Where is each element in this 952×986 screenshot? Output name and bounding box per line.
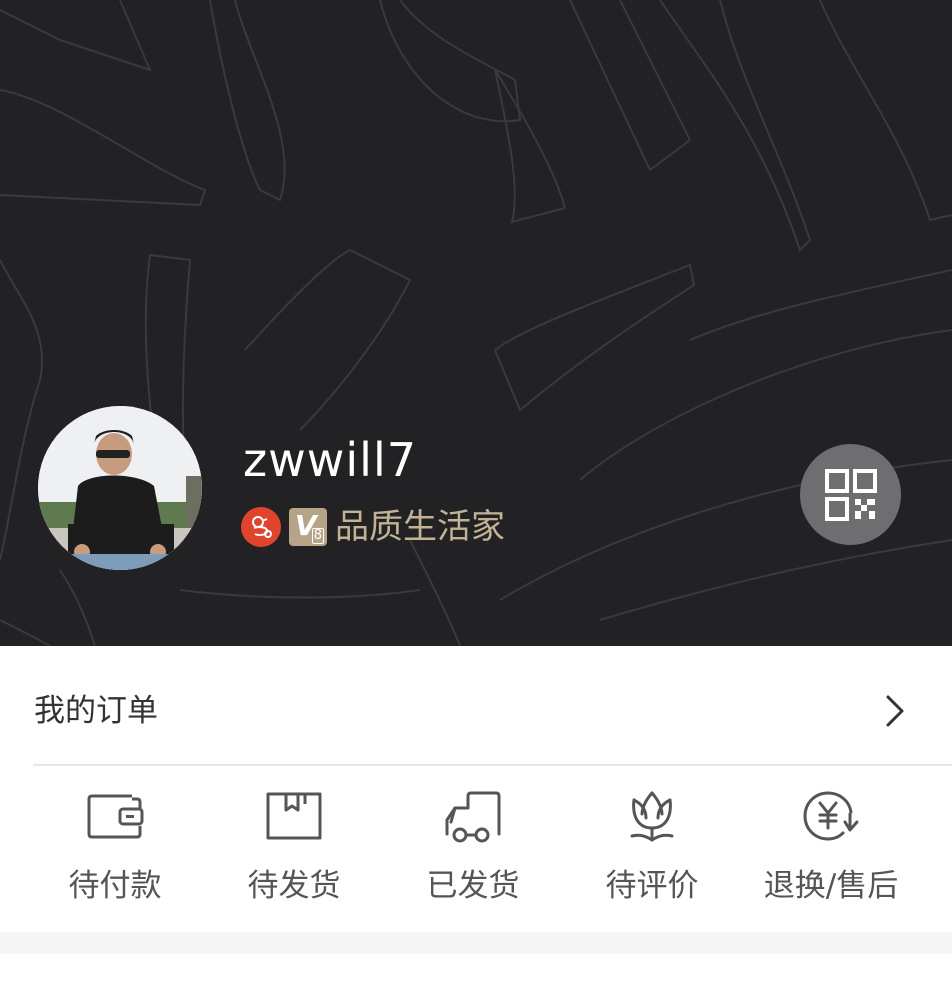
- section-separator: [0, 932, 952, 954]
- order-shipped[interactable]: 已发货: [383, 766, 563, 932]
- order-returns-aftersale[interactable]: 退换/售后: [741, 766, 921, 932]
- vip-number: 8: [311, 528, 324, 544]
- order-label: 待发货: [247, 868, 341, 904]
- order-label: 待评价: [605, 868, 699, 904]
- member-title: 品质生活家: [335, 507, 505, 547]
- level-badge-icon[interactable]: [241, 507, 281, 547]
- refund-icon: [803, 791, 859, 841]
- user-badges: V 8 品质生活家: [241, 507, 505, 547]
- truck-icon: [445, 791, 501, 843]
- my-orders-title: 我的订单: [34, 693, 158, 729]
- qr-code-icon: [824, 468, 877, 521]
- order-label: 待付款: [68, 868, 162, 904]
- tulip-icon: [630, 791, 674, 842]
- avatar-photo: [38, 406, 202, 570]
- order-pending-shipment[interactable]: 待发货: [204, 766, 384, 932]
- user-avatar[interactable]: [38, 406, 202, 570]
- package-icon: [266, 792, 322, 840]
- my-orders-row[interactable]: 我的订单: [0, 646, 952, 764]
- order-label: 已发货: [426, 868, 520, 904]
- order-status-grid: 待付款 待发货 已发货 待评价 退换/售后: [0, 766, 952, 932]
- chevron-right-icon: [886, 695, 904, 727]
- qr-code-button[interactable]: [800, 444, 901, 545]
- username: zwwill7: [243, 433, 417, 487]
- order-pending-review[interactable]: 待评价: [562, 766, 742, 932]
- order-label: 退换/售后: [763, 868, 899, 904]
- order-pending-payment[interactable]: 待付款: [25, 766, 205, 932]
- profile-header: zwwill7 V 8 品质生活家: [0, 0, 952, 646]
- vip-badge-icon[interactable]: V 8: [289, 508, 327, 546]
- wallet-icon: [87, 794, 144, 839]
